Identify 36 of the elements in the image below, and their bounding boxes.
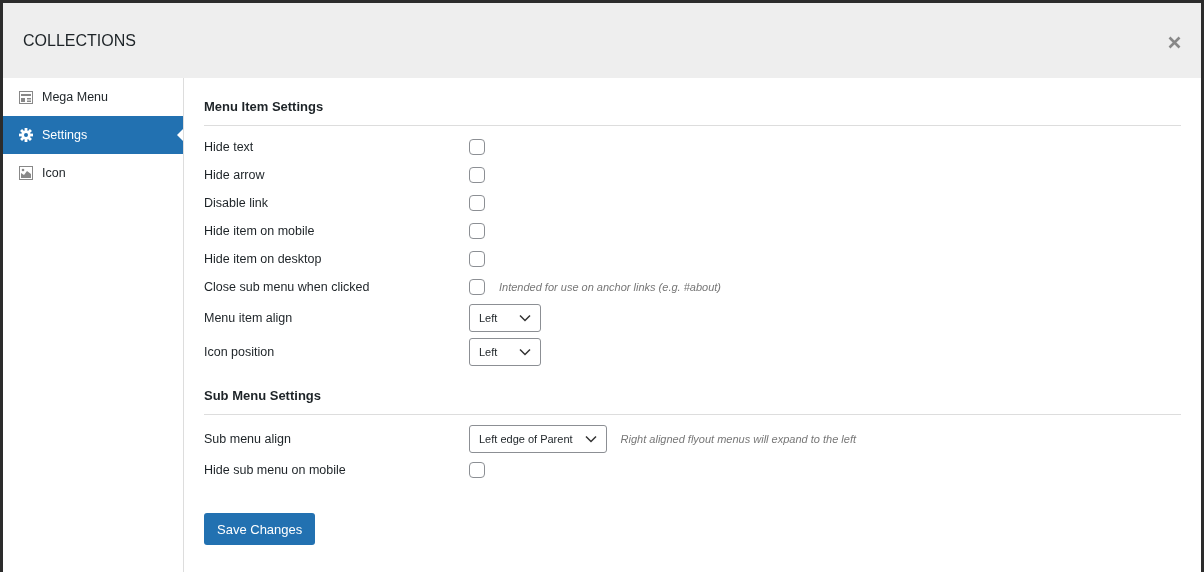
dropdown[interactable]: Left [469, 304, 541, 332]
section-heading: Sub Menu Settings [204, 388, 1181, 415]
setting-label: Icon position [204, 345, 276, 359]
dropdown[interactable]: Left edge of Parent [469, 425, 607, 453]
table-icon [19, 90, 33, 104]
checkbox[interactable] [469, 139, 485, 155]
close-icon[interactable] [1168, 36, 1181, 49]
sidebar-item[interactable]: Settings [3, 116, 183, 154]
dropdown[interactable]: Left [469, 338, 541, 366]
image-icon [19, 166, 33, 180]
setting-label: Hide item on mobile [204, 224, 316, 238]
setting-label: Hide item on desktop [204, 252, 323, 266]
chevron-down-icon [584, 435, 597, 443]
sidebar-item[interactable]: Icon [3, 154, 183, 192]
hint-text: Right aligned flyout menus will expand to the left [620, 433, 856, 445]
window-title: COLLECTIONS [23, 31, 136, 50]
setting-label: Close sub menu when clicked [204, 280, 371, 294]
setting-label: Disable link [204, 196, 269, 210]
setting-label: Hide sub menu on mobile [204, 463, 347, 477]
chevron-down-icon [519, 348, 531, 356]
chevron-down-icon [519, 314, 531, 322]
checkbox[interactable] [469, 251, 485, 267]
checkbox[interactable] [469, 223, 485, 239]
section-heading: Menu Item Settings [204, 99, 1181, 126]
checkbox[interactable] [469, 195, 485, 211]
save-button[interactable]: Save Changes [204, 513, 316, 545]
setting-label: Hide text [204, 140, 255, 154]
setting-label: Menu item align [204, 311, 294, 325]
checkbox[interactable] [469, 462, 485, 478]
checkbox[interactable] [469, 167, 485, 183]
hint-text: Intended for use on anchor links (e.g. #about) [499, 281, 721, 293]
setting-label: Sub menu align [204, 432, 292, 446]
setting-label: Hide arrow [204, 168, 266, 182]
gear-icon [19, 128, 33, 142]
sidebar-item[interactable]: Mega Menu [3, 78, 183, 116]
checkbox[interactable] [469, 279, 485, 295]
